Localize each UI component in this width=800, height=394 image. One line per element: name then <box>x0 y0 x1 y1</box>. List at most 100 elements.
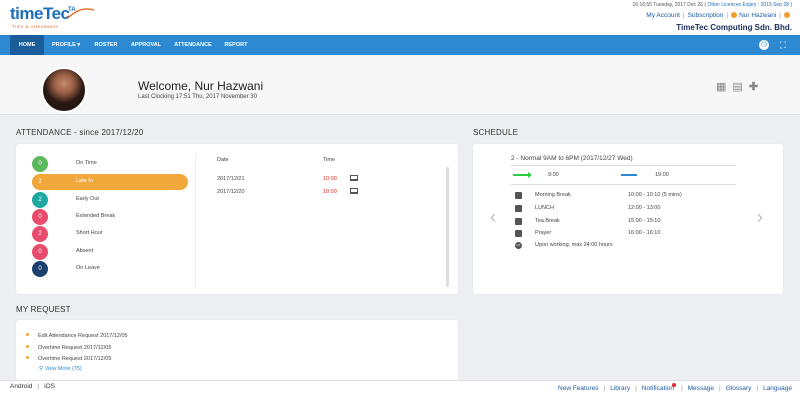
break-name: Prayer <box>535 230 552 236</box>
nav-profile[interactable]: PROFILE ▾ <box>50 35 82 55</box>
coffee-icon <box>515 192 522 199</box>
document-icon[interactable]: ▤ <box>732 80 742 93</box>
nav-roster[interactable]: ROSTER <box>92 35 120 55</box>
late-in-count: 2 <box>32 174 48 190</box>
logo-subtitle: Time & Attendance <box>12 24 59 29</box>
bullet-icon <box>26 345 29 348</box>
summary-absent[interactable]: 0 Absent <box>32 244 188 260</box>
chevron-right-icon[interactable]: › <box>757 207 763 228</box>
summary-short-hour[interactable]: 2 Short Hour <box>32 226 188 242</box>
current-datetime: 16:16:55 Tuesday, 2017 Dec 26 <box>632 2 704 8</box>
request-label: Overtime Request 2017/12/05 <box>38 345 112 351</box>
user-name-link[interactable]: Nur Hazwani <box>739 12 776 19</box>
summary-on-time[interactable]: 0 On Time <box>32 156 188 172</box>
bullet-icon <box>26 333 29 336</box>
request-item[interactable]: Overtime Request 2017/12/05 <box>26 345 111 351</box>
welcome-banner <box>0 55 800 115</box>
request-item[interactable]: Edit Attendance Request 2017/12/05 <box>26 333 128 339</box>
short-hour-label: Short Hour <box>76 230 103 236</box>
break-name: Tea Break <box>535 218 560 224</box>
last-clocking: Last Clocking 17:51 Thu, 2017 November 3… <box>138 94 257 100</box>
on-time-count: 0 <box>32 156 48 172</box>
overtime-icon: OT <box>515 242 522 249</box>
break-time: 15:00 - 15:10 <box>628 218 661 224</box>
android-link[interactable]: Android <box>10 383 32 390</box>
row-time: 10:00 <box>323 176 337 182</box>
expand-icon[interactable]: ⛶ <box>778 40 788 50</box>
break-time: 10:00 - 10:10 (5 mins) <box>628 192 682 198</box>
schedule-divider <box>511 184 736 185</box>
clock-out-arrow-icon <box>621 174 637 176</box>
break-time: 12:00 - 13:00 <box>628 205 661 211</box>
language-link[interactable]: Language <box>763 385 792 392</box>
absent-label: Absent <box>76 248 94 254</box>
licence-expiry-link[interactable]: Other Licences Expiry : 2019 Sep 28 <box>708 2 789 8</box>
avatar[interactable] <box>41 67 87 113</box>
extended-break-count: 0 <box>32 209 48 225</box>
summary-extended-break[interactable]: 0 Extended Break <box>32 209 188 225</box>
monitor-icon[interactable] <box>350 188 358 194</box>
monitor-icon[interactable] <box>350 175 358 181</box>
top-header: timeTec TA Time & Attendance 16:16:55 Tu… <box>0 0 800 35</box>
clock-out-time: 19:00 <box>655 172 669 178</box>
request-card <box>16 320 458 382</box>
absent-count: 0 <box>32 244 48 260</box>
add-icon[interactable]: ✚ <box>749 80 758 93</box>
time-header: Time <box>323 157 336 163</box>
request-label: Overtime Request 2017/12/05 <box>38 356 112 362</box>
early-out-label: Early Out <box>76 196 99 202</box>
summary-late-in[interactable]: 2 Late In <box>32 174 188 190</box>
logo-text: timeTec <box>10 4 70 23</box>
coffee-icon <box>515 218 522 225</box>
schedule-title: SCHEDULE <box>473 128 519 137</box>
attendance-divider <box>195 154 196 288</box>
account-links: My Account | Subscription | Nur Hazwani | <box>646 12 792 19</box>
clock-in-time: 9:00 <box>548 172 559 178</box>
summary-on-leave[interactable]: 0 On Leave <box>32 261 188 277</box>
row-date: 2017/12/20 <box>217 189 245 195</box>
schedule-divider <box>511 165 736 166</box>
on-time-label: On Time <box>76 160 97 166</box>
row-time: 10:00 <box>323 189 337 195</box>
quick-actions: ▦ ▤ ✚ <box>716 80 764 94</box>
user-icon <box>731 12 738 18</box>
break-time: 16:00 - 16:10 <box>628 230 661 236</box>
subscription-link[interactable]: Subscription <box>688 12 724 19</box>
glossary-link[interactable]: Glossary <box>726 385 752 392</box>
my-request-title: MY REQUEST <box>16 305 71 314</box>
early-out-count: 2 <box>32 192 48 208</box>
attendance-scrollbar[interactable] <box>446 167 449 287</box>
summary-early-out[interactable]: 2 Early Out <box>32 192 188 208</box>
clock-nav-icon[interactable]: ◷ <box>759 40 769 50</box>
message-link[interactable]: Message <box>688 385 714 392</box>
main-nav: HOME PROFILE ▾ ROSTER APPROVAL ATTENDANC… <box>0 35 800 55</box>
nav-approval[interactable]: APPROVAL <box>128 35 164 55</box>
ios-link[interactable]: iOS <box>44 383 55 390</box>
view-more-label: View More (75) <box>44 366 82 372</box>
short-hour-count: 2 <box>32 226 48 242</box>
chevron-left-icon[interactable]: ‹ <box>490 207 496 228</box>
date-header: Date <box>217 157 229 163</box>
on-leave-label: On Leave <box>76 265 100 271</box>
break-name: Morning Break <box>535 192 571 198</box>
calendar-icon[interactable]: ▦ <box>716 80 726 93</box>
late-in-label: Late In <box>76 178 93 184</box>
nav-home[interactable]: HOME <box>10 35 44 55</box>
request-item[interactable]: Overtime Request 2017/12/05 <box>26 356 111 362</box>
notification-link[interactable]: Notification <box>642 385 674 392</box>
coffee-icon <box>515 205 522 212</box>
timetec-logo[interactable]: timeTec TA Time & Attendance <box>10 4 95 32</box>
library-link[interactable]: Library <box>610 385 630 392</box>
my-account-link[interactable]: My Account <box>646 12 680 19</box>
overtime-note: Upon working, max 24:00 hours <box>535 242 613 248</box>
footer: Android | iOS New Features | Library | Notific… <box>0 380 800 394</box>
new-features-link[interactable]: New Features <box>558 385 598 392</box>
nav-attendance[interactable]: ATTENDANCE <box>172 35 214 55</box>
nav-report[interactable]: REPORT <box>222 35 250 55</box>
shift-name: 2 - Normal 9AM to 6PM (2017/12/27 Wed) <box>511 155 633 162</box>
view-more-link[interactable]: ⚲ View More (75) <box>39 366 82 372</box>
welcome-title: Welcome, Nur Hazwani <box>138 79 264 93</box>
coffee-icon <box>515 230 522 237</box>
request-label: Edit Attendance Request 2017/12/05 <box>38 333 128 339</box>
clock-icon[interactable] <box>784 12 790 18</box>
